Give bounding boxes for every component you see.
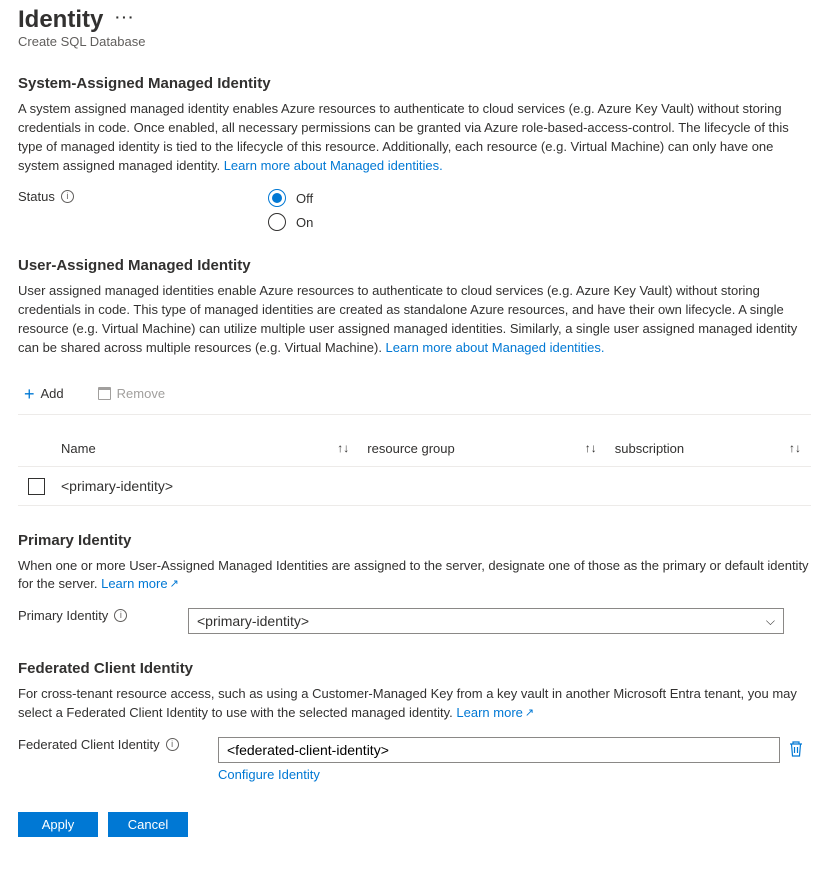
external-link-icon: ↗ — [525, 707, 534, 719]
system-assigned-heading: System-Assigned Managed Identity — [18, 75, 811, 92]
info-icon[interactable]: i — [166, 738, 179, 751]
external-link-icon: ↗ — [170, 578, 179, 590]
sort-icon: ↑↓ — [585, 441, 597, 455]
sort-icon: ↑↓ — [337, 441, 349, 455]
title-text: Identity — [18, 6, 103, 34]
add-button[interactable]: + Add — [18, 384, 70, 404]
column-select — [18, 433, 53, 467]
action-buttons: Apply Cancel — [18, 812, 811, 837]
column-name[interactable]: Name ↑↓ — [53, 433, 359, 467]
federated-heading: Federated Client Identity — [18, 660, 811, 677]
status-label: Status i — [18, 189, 268, 204]
info-icon[interactable]: i — [61, 190, 74, 203]
page-subtitle: Create SQL Database — [18, 34, 811, 49]
configure-identity-link[interactable]: Configure Identity — [218, 767, 320, 782]
status-on-option[interactable]: On — [268, 213, 313, 231]
federated-label: Federated Client Identity i — [18, 737, 218, 752]
radio-icon — [268, 213, 286, 231]
user-assigned-heading: User-Assigned Managed Identity — [18, 257, 811, 274]
radio-icon — [268, 189, 286, 207]
system-assigned-description: A system assigned managed identity enabl… — [18, 100, 811, 175]
federated-client-identity-input[interactable] — [218, 737, 780, 763]
table-row[interactable]: <primary-identity> — [18, 466, 811, 505]
column-resource-group[interactable]: resource group ↑↓ — [359, 433, 606, 467]
primary-identity-description: When one or more User-Assigned Managed I… — [18, 557, 811, 595]
trash-icon — [98, 387, 111, 400]
user-assigned-learn-more-link[interactable]: Learn more about Managed identities. — [386, 340, 605, 355]
identities-table: Name ↑↓ resource group ↑↓ subscription ↑… — [18, 433, 811, 506]
federated-description: For cross-tenant resource access, such a… — [18, 685, 811, 723]
delete-icon[interactable] — [788, 740, 804, 761]
primary-identity-heading: Primary Identity — [18, 532, 811, 549]
more-icon[interactable]: ··· — [115, 9, 135, 25]
plus-icon: + — [24, 385, 35, 403]
column-subscription[interactable]: subscription ↑↓ — [607, 433, 811, 467]
remove-button[interactable]: Remove — [92, 385, 171, 402]
federated-learn-more-link[interactable]: Learn more↗ — [456, 705, 534, 720]
row-name: <primary-identity> — [53, 466, 359, 505]
row-checkbox[interactable] — [28, 478, 45, 495]
primary-identity-learn-more-link[interactable]: Learn more↗ — [101, 576, 179, 591]
info-icon[interactable]: i — [114, 609, 127, 622]
status-radio-group: Off On — [268, 189, 313, 231]
chevron-down-icon: ⌵ — [766, 614, 775, 629]
primary-identity-select[interactable]: <primary-identity> ⌵ — [188, 608, 784, 634]
page-title: Identity ··· — [18, 6, 811, 34]
user-assigned-description: User assigned managed identities enable … — [18, 282, 811, 357]
primary-identity-label: Primary Identity i — [18, 608, 188, 623]
cancel-button[interactable]: Cancel — [108, 812, 188, 837]
system-assigned-learn-more-link[interactable]: Learn more about Managed identities. — [224, 158, 443, 173]
sort-icon: ↑↓ — [789, 441, 801, 455]
apply-button[interactable]: Apply — [18, 812, 98, 837]
identity-toolbar: + Add Remove — [18, 372, 811, 415]
status-off-option[interactable]: Off — [268, 189, 313, 207]
